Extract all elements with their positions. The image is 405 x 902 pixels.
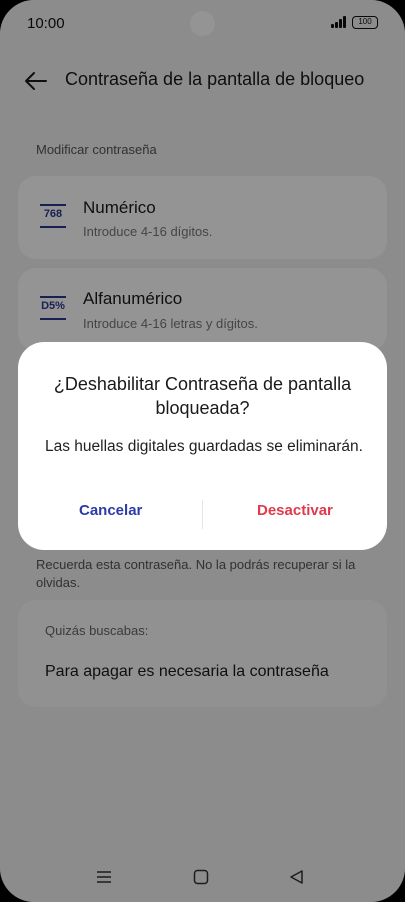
phone-screen: 10:00 100 Contraseña de la pantalla de b…	[0, 0, 405, 902]
cancel-button[interactable]: Cancelar	[79, 502, 142, 519]
disable-password-dialog: ¿Deshabilitar Contraseña de pantalla blo…	[18, 342, 387, 550]
dialog-divider	[202, 500, 203, 529]
dialog-message: Las huellas digitales guardadas se elimi…	[45, 438, 363, 455]
dialog-title: ¿Deshabilitar Contraseña de pantalla blo…	[53, 374, 352, 418]
deactivate-button[interactable]: Desactivar	[257, 502, 333, 519]
